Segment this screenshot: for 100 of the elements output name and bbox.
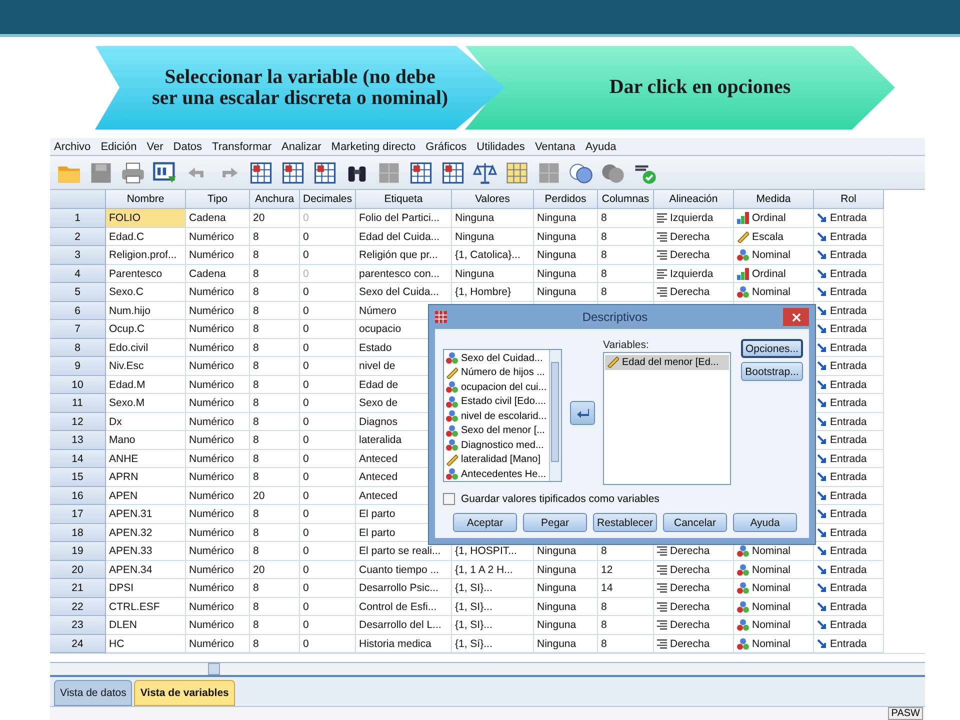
align-right-icon: [657, 564, 667, 575]
row-number[interactable]: 10: [50, 376, 106, 394]
row-number[interactable]: 6: [50, 302, 106, 320]
arrow-icon: [817, 232, 827, 242]
menu-item[interactable]: Transformar: [212, 140, 272, 153]
column-header[interactable]: Valores: [452, 190, 534, 210]
menu-item[interactable]: Archivo: [54, 140, 91, 153]
table-cell: Entrada: [814, 616, 884, 635]
row-number[interactable]: 13: [50, 431, 106, 450]
view-tab[interactable]: Vista de datos: [54, 680, 132, 706]
table-cell: 0: [300, 542, 356, 561]
ruler-icon: [607, 356, 619, 368]
row-number[interactable]: 21: [50, 579, 106, 598]
column-header[interactable]: Columnas: [598, 190, 654, 210]
column-header[interactable]: Etiqueta: [356, 190, 452, 210]
move-button[interactable]: [570, 401, 595, 425]
menu-item[interactable]: Ver: [146, 140, 164, 153]
table-cell: ANHE: [106, 450, 186, 468]
row-number[interactable]: 3: [50, 246, 106, 265]
arrow-icon: [817, 528, 827, 538]
menu-item[interactable]: Marketing directo: [331, 140, 416, 153]
table-cell: Religión que pr...: [356, 246, 452, 265]
table-cell: 8: [250, 338, 300, 358]
table-icon[interactable]: [504, 160, 530, 186]
arrow-icon: [817, 583, 827, 594]
menu-item[interactable]: Datos: [173, 140, 202, 153]
menu-item[interactable]: Edición: [100, 140, 137, 153]
list-item[interactable]: Edad del menor [Ed...: [605, 355, 729, 370]
table-cell: 8: [250, 579, 300, 598]
row-number[interactable]: 17: [50, 505, 106, 524]
dialog-button[interactable]: Bootstrap...: [741, 362, 803, 381]
row-number[interactable]: 20: [50, 560, 106, 580]
dialog-button[interactable]: Cancelar: [663, 513, 727, 532]
dialog-button[interactable]: Aceptar: [453, 513, 517, 532]
dialog-button[interactable]: Restablecer: [593, 513, 657, 532]
column-header[interactable]: Nombre: [106, 190, 186, 210]
table-cell: Folio del Partici...: [356, 209, 452, 228]
table-cell: 0: [300, 394, 356, 413]
row-number[interactable]: 19: [50, 542, 106, 561]
row-number[interactable]: 9: [50, 357, 106, 376]
column-header[interactable]: Medida: [734, 190, 814, 210]
balls-icon: [446, 396, 458, 408]
balls-icon: [446, 424, 458, 437]
row-number[interactable]: 11: [50, 394, 106, 413]
menu-item[interactable]: Utilidades: [476, 140, 525, 153]
arrow-icon: [817, 416, 827, 427]
row-number[interactable]: 2: [50, 228, 106, 246]
variable-list[interactable]: Edad del menor [Ed...: [603, 352, 731, 485]
row-number[interactable]: 1: [50, 209, 106, 228]
menu-item[interactable]: Gráficos: [426, 140, 467, 153]
balls-icon: [737, 600, 749, 613]
column-header[interactable]: Anchura: [250, 190, 300, 210]
row-number[interactable]: 22: [50, 598, 106, 616]
table-cell: 0: [300, 450, 356, 468]
vertical-scrollbar[interactable]: [549, 350, 562, 481]
variable-list[interactable]: Sexo del Cuidad... Número de hijos ... ocupacion del cui... Estado civil [Edo.... nivel de escolarid... Sexo del menor [... Diagnostico med... lateralidad [Mano] Antecedentes He...: [443, 349, 562, 482]
column-header[interactable]: Perdidos: [534, 190, 598, 210]
row-number[interactable]: 7: [50, 320, 106, 339]
table-cell: Ocup.C: [106, 320, 186, 339]
row-number[interactable]: 24: [50, 634, 106, 654]
print-icon[interactable]: [120, 160, 146, 186]
table-cell: Ninguna: [534, 579, 598, 598]
horizontal-scrollbar[interactable]: [50, 662, 925, 678]
dialog-button[interactable]: Ayuda: [733, 513, 797, 532]
row-number[interactable]: 16: [50, 486, 106, 506]
row-number[interactable]: 23: [50, 616, 106, 635]
step-text: Seleccionar la variable (no debe ser una escalar discreta o nominal): [150, 66, 450, 108]
arrow-icon: [817, 620, 827, 630]
row-number[interactable]: 14: [50, 450, 106, 468]
row-number[interactable]: 5: [50, 283, 106, 302]
menu-item[interactable]: Analizar: [282, 140, 322, 153]
arrow-icon: [817, 435, 827, 446]
table-cell: Nominal: [734, 246, 814, 265]
table-cell: 0: [300, 560, 356, 580]
dialog-button[interactable]: Opciones...: [741, 339, 803, 358]
menu-item[interactable]: Ayuda: [585, 140, 616, 153]
table-icon[interactable]: [440, 160, 466, 186]
close-button[interactable]: [783, 308, 809, 326]
row-number[interactable]: 4: [50, 264, 106, 284]
balls-icon: [737, 545, 749, 558]
dialog-button[interactable]: Pegar: [523, 513, 587, 532]
checkbox[interactable]: [443, 493, 455, 505]
table-cell: Numérico: [186, 376, 250, 394]
row-number[interactable]: 12: [50, 412, 106, 432]
table-cell: APEN.33: [106, 542, 186, 561]
arrow-icon: [817, 638, 827, 649]
table-cell: DLEN: [106, 616, 186, 635]
column-header[interactable]: Tipo: [186, 190, 250, 210]
table-cell: 0: [300, 264, 356, 284]
arrow-icon: [576, 407, 589, 419]
row-number[interactable]: 15: [50, 468, 106, 487]
column-header[interactable]: Alineación: [654, 190, 734, 210]
view-tab[interactable]: Vista de variables: [134, 680, 235, 706]
arrow-icon: [817, 454, 827, 464]
column-header[interactable]: Decimales: [300, 190, 356, 210]
menu-item[interactable]: Ventana: [534, 140, 576, 153]
column-header[interactable]: Rol: [814, 190, 884, 210]
table-cell: APEN.32: [106, 524, 186, 542]
row-number[interactable]: 8: [50, 338, 106, 358]
row-number[interactable]: 18: [50, 524, 106, 542]
